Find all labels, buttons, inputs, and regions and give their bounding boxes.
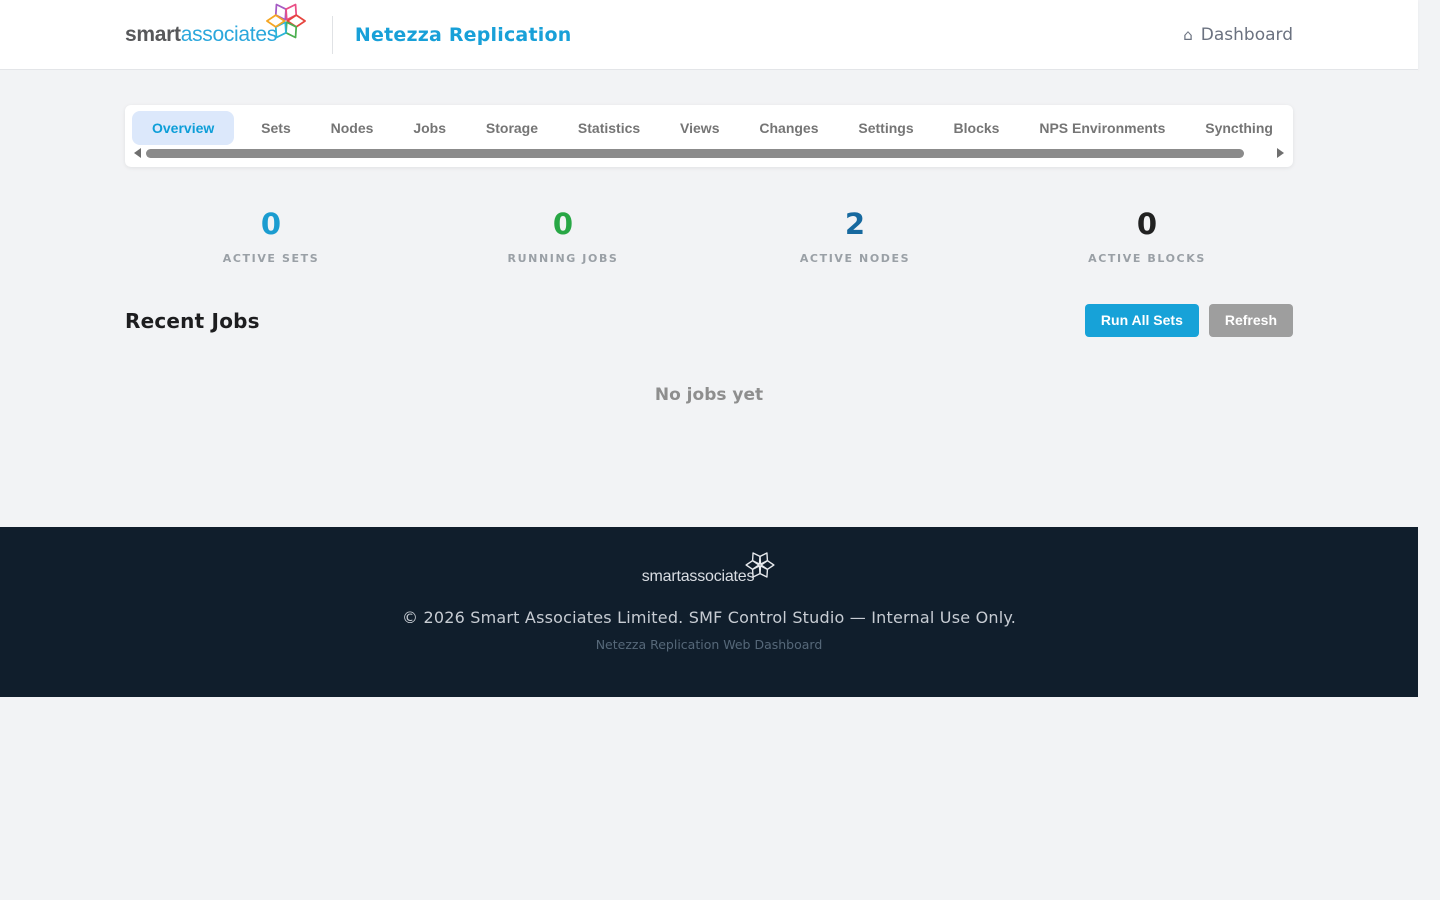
brand-logo[interactable]: smartassociates [125,10,308,59]
stat-active-nodes: 2 ACTIVE NODES [709,207,1001,265]
tab-changes[interactable]: Changes [746,111,831,145]
stat-running-jobs-value: 0 [417,207,709,241]
nav-dashboard-label: Dashboard [1201,25,1293,45]
footer-logo: smartassociates [642,558,777,595]
refresh-button[interactable]: Refresh [1209,304,1293,337]
header-divider [332,16,333,54]
jobs-actions: Run All Sets Refresh [1085,304,1293,337]
pinwheel-flower-icon [264,0,308,48]
app-title: Netezza Replication [355,24,572,46]
tab-jobs[interactable]: Jobs [400,111,459,145]
tab-blocks[interactable]: Blocks [941,111,1013,145]
scroll-left-arrow-icon[interactable] [134,148,141,158]
tab-overview[interactable]: Overview [132,111,234,145]
tab-storage[interactable]: Storage [473,111,551,145]
top-header: smartassociates Netezza [0,0,1418,70]
empty-jobs-message: No jobs yet [125,385,1293,405]
tab-bar-card: Overview Sets Nodes Jobs Storage Statist… [125,105,1293,167]
tab-settings[interactable]: Settings [845,111,926,145]
stat-active-sets-value: 0 [125,207,417,241]
footer-pinwheel-flower-icon [744,549,776,586]
stat-running-jobs-label: RUNNING JOBS [417,252,709,265]
page-footer: smartassociates © 2026 Smart Associates … [0,527,1418,697]
scroll-right-arrow-icon[interactable] [1277,148,1284,158]
run-all-sets-button[interactable]: Run All Sets [1085,304,1199,337]
home-icon: ⌂ [1183,26,1193,44]
tabs-horizontal-scrollbar [132,145,1286,162]
scrollbar-track[interactable] [146,149,1272,158]
tab-statistics[interactable]: Statistics [565,111,653,145]
recent-jobs-header: Recent Jobs Run All Sets Refresh [125,304,1293,337]
footer-logo-text: smartassociates [642,568,755,586]
stat-active-blocks: 0 ACTIVE BLOCKS [1001,207,1293,265]
stats-row: 0 ACTIVE SETS 0 RUNNING JOBS 2 ACTIVE NO… [125,207,1293,265]
top-navigation: ⌂ Dashboard [1183,25,1293,45]
tab-syncthing[interactable]: Syncthing [1192,111,1286,145]
footer-subtitle: Netezza Replication Web Dashboard [596,637,823,652]
tab-bar: Overview Sets Nodes Jobs Storage Statist… [132,111,1286,145]
recent-jobs-title: Recent Jobs [125,309,260,333]
stat-active-nodes-value: 2 [709,207,1001,241]
stat-active-blocks-label: ACTIVE BLOCKS [1001,252,1293,265]
stat-active-nodes-label: ACTIVE NODES [709,252,1001,265]
stat-running-jobs: 0 RUNNING JOBS [417,207,709,265]
tab-nodes[interactable]: Nodes [318,111,387,145]
page: smartassociates Netezza [0,0,1418,697]
scrollbar-thumb[interactable] [146,149,1244,158]
stat-active-blocks-value: 0 [1001,207,1293,241]
tab-views[interactable]: Views [667,111,732,145]
footer-copyright: © 2026 Smart Associates Limited. SMF Con… [402,608,1016,627]
stat-active-sets-label: ACTIVE SETS [125,252,417,265]
nav-dashboard-link[interactable]: ⌂ Dashboard [1183,25,1293,45]
tab-sets[interactable]: Sets [248,111,304,145]
brand-logo-text: smartassociates [125,23,277,47]
tab-nps-environments[interactable]: NPS Environments [1026,111,1178,145]
main-content: Overview Sets Nodes Jobs Storage Statist… [0,70,1418,527]
stat-active-sets: 0 ACTIVE SETS [125,207,417,265]
